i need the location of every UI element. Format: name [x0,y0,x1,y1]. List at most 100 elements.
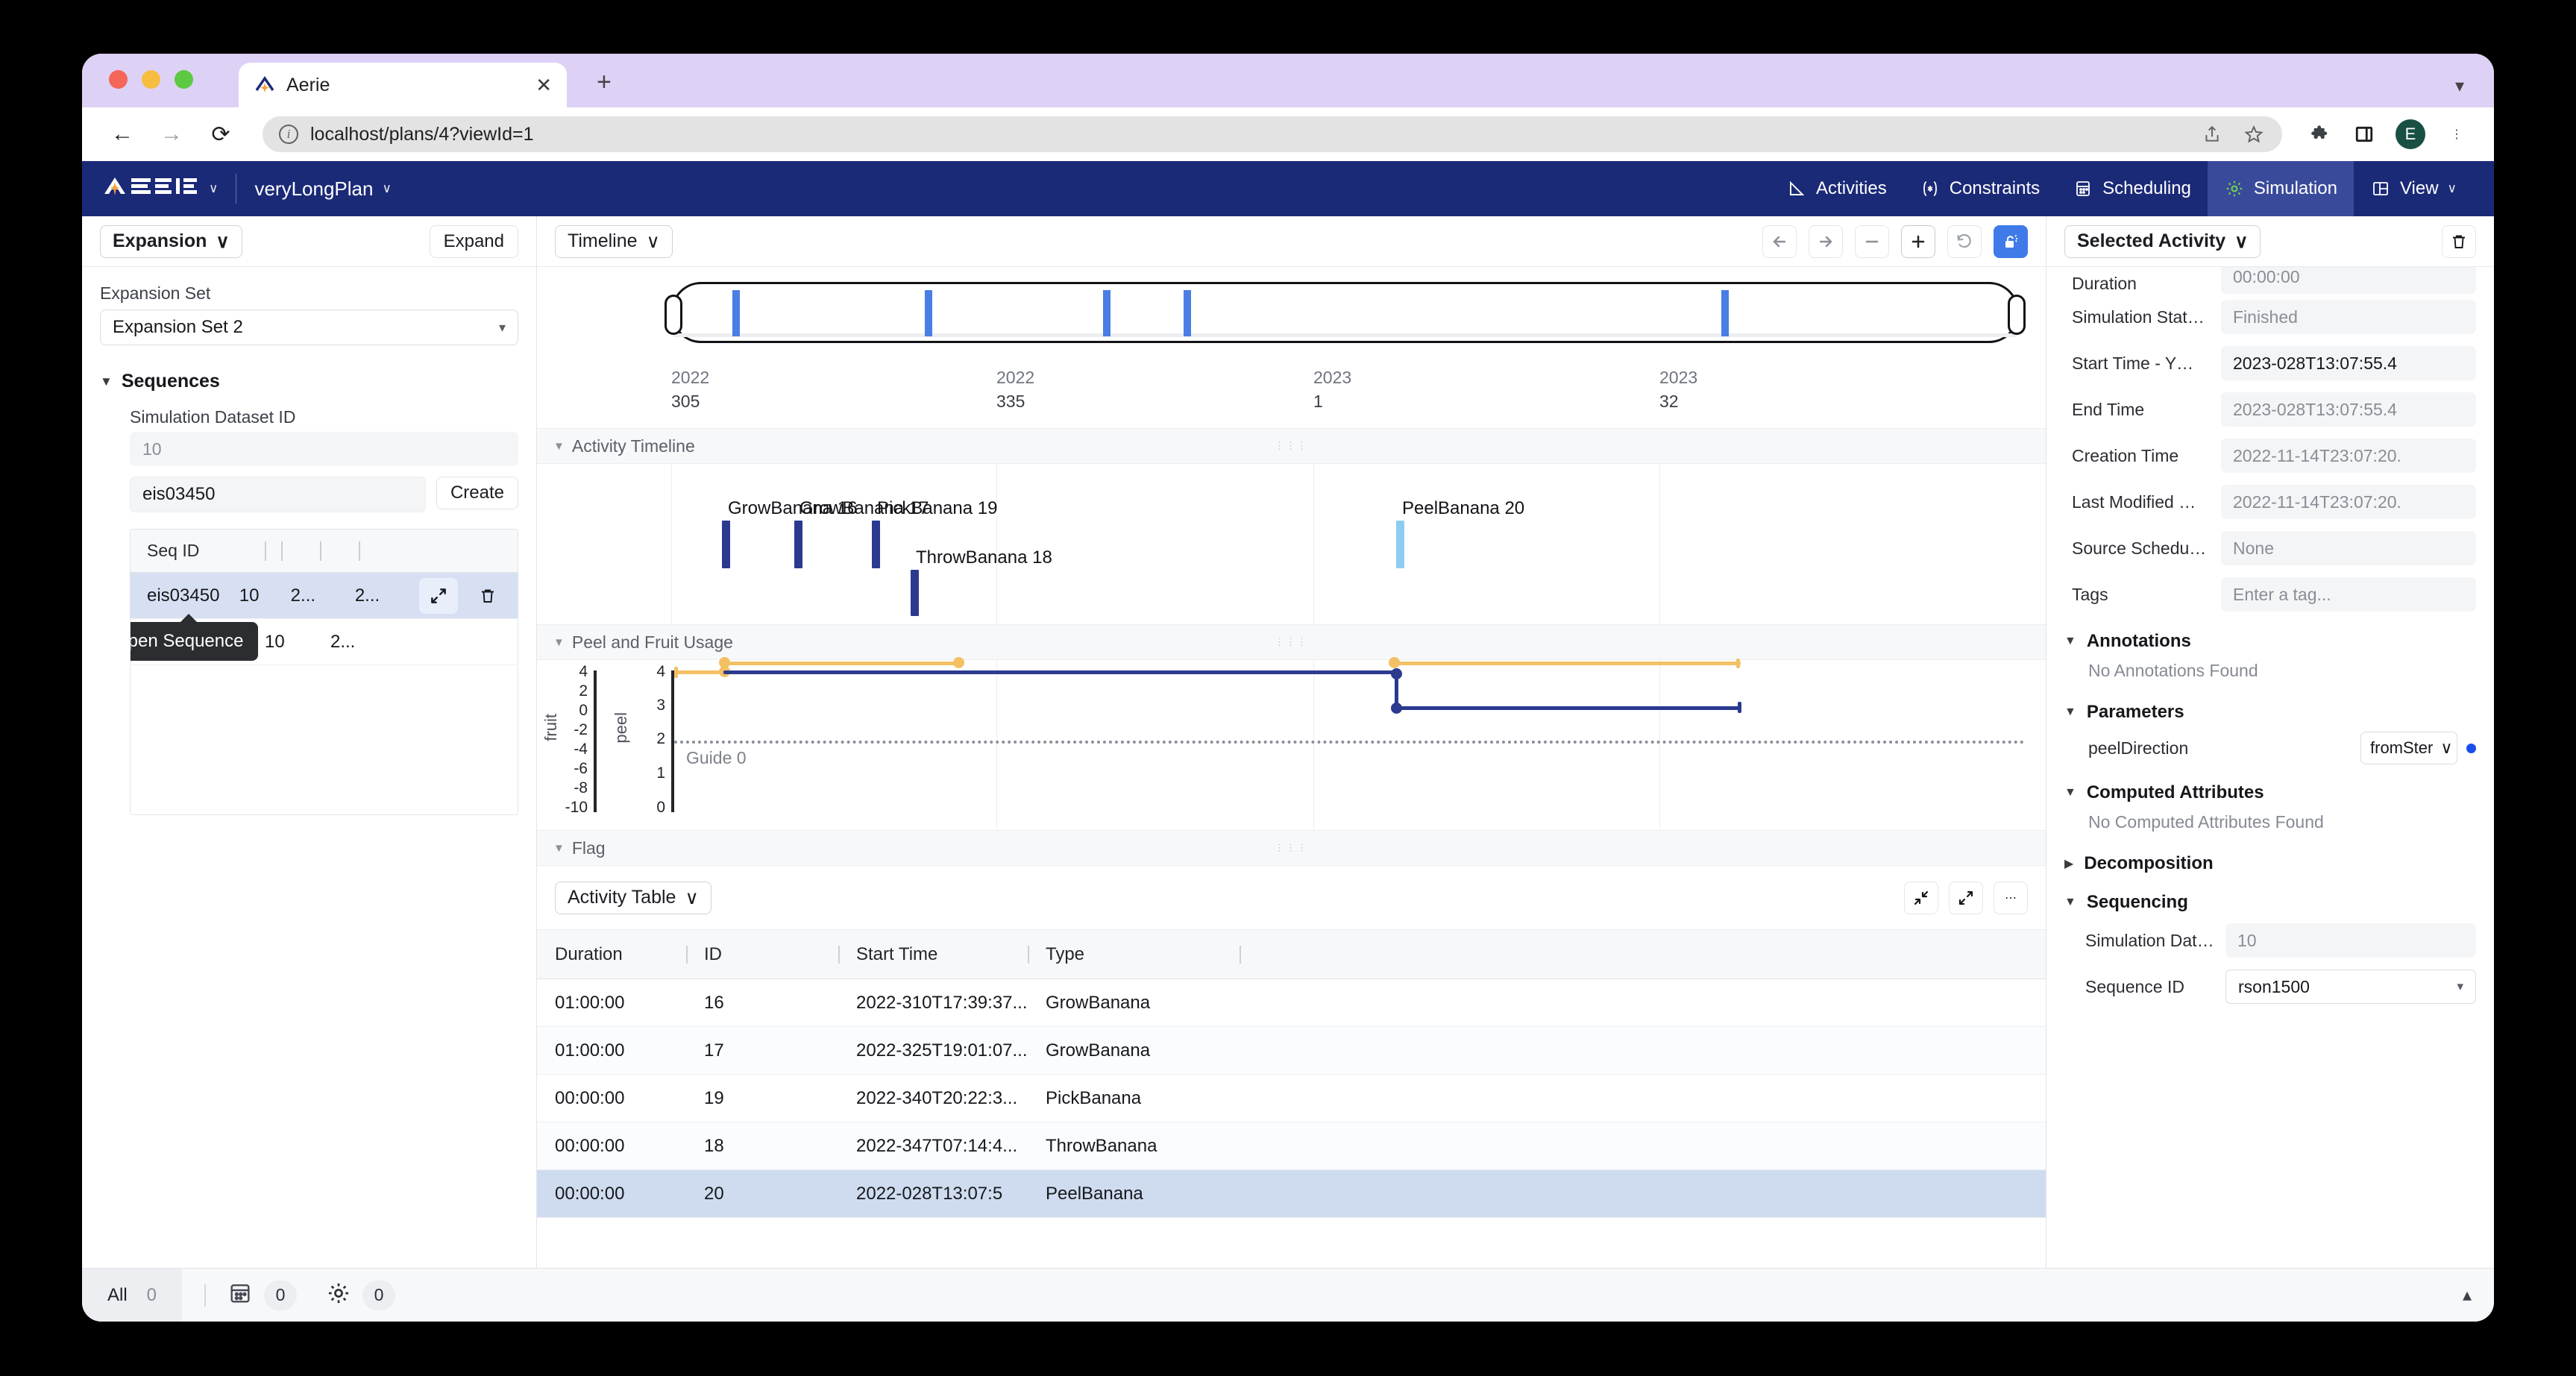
triangle-down-icon[interactable]: ▼ [553,440,565,453]
address-bar[interactable]: i localhost/plans/4?viewId=1 [263,116,2282,152]
collapse-icon[interactable] [1904,881,1938,914]
chevron-down-icon[interactable]: ▾ [2455,75,2464,97]
column-divider[interactable] [359,541,360,561]
three-dots-icon[interactable]: ⋯ [1994,881,2028,914]
window-controls[interactable] [109,70,193,89]
activity-label[interactable]: ThrowBanana 18 [916,547,1052,568]
status-all-filter[interactable]: All 0 [82,1268,183,1322]
expansion-panel-select[interactable]: Expansion ∨ [100,224,242,258]
activity-table-select[interactable]: Activity Table ∨ [555,881,711,914]
expand-icon[interactable] [1949,881,1983,914]
chevron-up-icon[interactable]: ▴ [2463,1284,2494,1306]
nav-item-view[interactable]: View ∨ [2354,161,2473,216]
unlock-button[interactable] [1994,224,2028,258]
activity-bar[interactable] [722,521,730,568]
section-parameters[interactable]: ▼ Parameters [2046,688,2494,727]
activity-bar[interactable] [911,570,919,616]
info-icon[interactable]: i [279,125,298,144]
selected-activity-select[interactable]: Selected Activity ∨ [2064,224,2261,258]
reload-icon[interactable]: ⟳ [206,119,236,149]
table-row[interactable]: 00:00:00 18 2022-347T07:14:4... ThrowBan… [537,1122,2046,1170]
puzzle-icon[interactable] [2309,122,2333,146]
column-divider[interactable] [1240,945,1241,964]
status-item-scheduling[interactable]: 0 [228,1280,298,1310]
row-resize-grip[interactable]: ⋮⋮⋮ [1275,636,1308,648]
section-sequencing[interactable]: ▼ Sequencing [2046,879,2494,917]
reset-button[interactable] [1947,224,1982,258]
table-row[interactable]: 00:00:00 19 2022-340T20:22:3... PickBana… [537,1075,2046,1122]
expand-button[interactable]: Expand [429,224,518,258]
browser-tab[interactable]: Aerie ✕ [239,63,567,107]
column-header-id[interactable]: ID [704,944,838,965]
section-decomposition[interactable]: ▶ Decomposition [2046,840,2494,879]
navigator-handle-right[interactable] [2008,295,2026,335]
activity-label[interactable]: PeelBanana 20 [1402,498,1524,519]
close-window-button[interactable] [109,70,128,89]
column-divider[interactable] [265,541,266,561]
field-value[interactable]: 2023-028T13:07:55.4 [2221,346,2476,380]
column-divider[interactable] [281,541,283,561]
sequence-id-select[interactable]: rson1500 ▾ [2225,970,2476,1004]
trash-icon[interactable] [468,578,507,614]
maximize-window-button[interactable] [175,70,193,89]
section-computed-attributes[interactable]: ▼ Computed Attributes [2046,769,2494,808]
view-chevron-down-icon[interactable]: ∨ [2448,181,2457,196]
activity-bar[interactable] [794,521,802,568]
row-header-activity-timeline[interactable]: ▼ Activity Timeline ⋮⋮⋮ [537,428,2046,464]
new-sequence-input[interactable]: eis03450 [130,477,426,512]
column-header-seq-id[interactable]: Seq ID [131,541,265,561]
nav-item-scheduling[interactable]: Scheduling [2056,161,2208,216]
field-start-time[interactable]: Start Time - Y… 2023-028T13:07:55.4 [2046,340,2494,386]
table-row[interactable]: 00:00:00 20 2022-028T13:07:5 PeelBanana [537,1170,2046,1218]
column-divider[interactable] [320,541,321,561]
navigator-track[interactable] [665,282,2026,343]
row-header-flag[interactable]: ▼ Flag ⋮⋮⋮ [537,830,2046,866]
zoom-out-button[interactable] [1855,224,1889,258]
arrow-right-icon[interactable]: → [157,119,186,149]
pan-left-button[interactable] [1762,224,1797,258]
close-icon[interactable]: ✕ [535,74,552,97]
expansion-set-select[interactable]: Expansion Set 2 ▾ [100,310,518,345]
table-row[interactable]: 01:00:00 17 2022-325T19:01:07... GrowBan… [537,1027,2046,1075]
sequences-section-toggle[interactable]: ▼ Sequences [100,371,518,392]
activity-bar[interactable] [1396,521,1404,568]
row-resize-grip[interactable]: ⋮⋮⋮ [1275,440,1308,452]
navigator-handle-left[interactable] [665,295,682,335]
column-header-duration[interactable]: Duration [537,944,686,965]
nav-item-simulation[interactable]: Simulation [2207,161,2354,216]
arrow-left-icon[interactable]: ← [107,119,137,149]
chevron-down-icon[interactable]: ∨ [209,181,218,196]
row-header-peel-fruit-usage[interactable]: ▼ Peel and Fruit Usage ⋮⋮⋮ [537,624,2046,660]
three-dots-vertical-icon[interactable]: ⋮ [2445,122,2469,146]
expand-arrows-icon[interactable] [419,577,458,614]
star-icon[interactable] [2242,122,2266,146]
side-panel-icon[interactable] [2352,122,2376,146]
status-item-simulation[interactable]: 0 [327,1280,396,1310]
activity-label[interactable]: PickBanana 19 [877,498,997,519]
activity-timeline-track[interactable]: GrowBanana 16 GrowBanana 17 PickBanana 1… [537,464,2046,624]
zoom-in-button[interactable] [1901,224,1935,258]
activity-bar[interactable] [872,521,880,568]
table-row[interactable]: eis03450 10 2... 2... en Sequence [131,573,518,661]
column-header-type[interactable]: Type [1046,944,1240,965]
column-divider[interactable] [838,945,840,964]
table-row[interactable]: 01:00:00 16 2022-310T17:39:37... GrowBan… [537,979,2046,1027]
field-sequence-id[interactable]: Sequence ID rson1500 ▾ [2046,964,2494,1010]
triangle-down-icon[interactable]: ▼ [553,636,565,649]
timeline-panel-select[interactable]: Timeline ∨ [555,224,673,258]
plan-chevron-down-icon[interactable]: ∨ [382,181,391,196]
field-tags[interactable]: Tags Enter a tag... [2046,571,2494,618]
parameter-select[interactable]: fromSter ∨ [2360,732,2457,764]
create-button[interactable]: Create [436,477,518,509]
nav-item-constraints[interactable]: Constraints [1903,161,2056,216]
avatar[interactable]: E [2396,119,2425,149]
column-divider[interactable] [1028,945,1029,964]
pan-right-button[interactable] [1809,224,1843,258]
column-divider[interactable] [686,945,688,964]
row-resize-grip[interactable]: ⋮⋮⋮ [1275,842,1308,854]
activity-table-body[interactable]: 01:00:00 16 2022-310T17:39:37... GrowBan… [537,979,2046,1268]
trash-icon[interactable] [2442,224,2476,258]
timeline-navigator[interactable] [537,267,2046,365]
tags-input[interactable]: Enter a tag... [2221,577,2476,612]
minimize-window-button[interactable] [142,70,160,89]
